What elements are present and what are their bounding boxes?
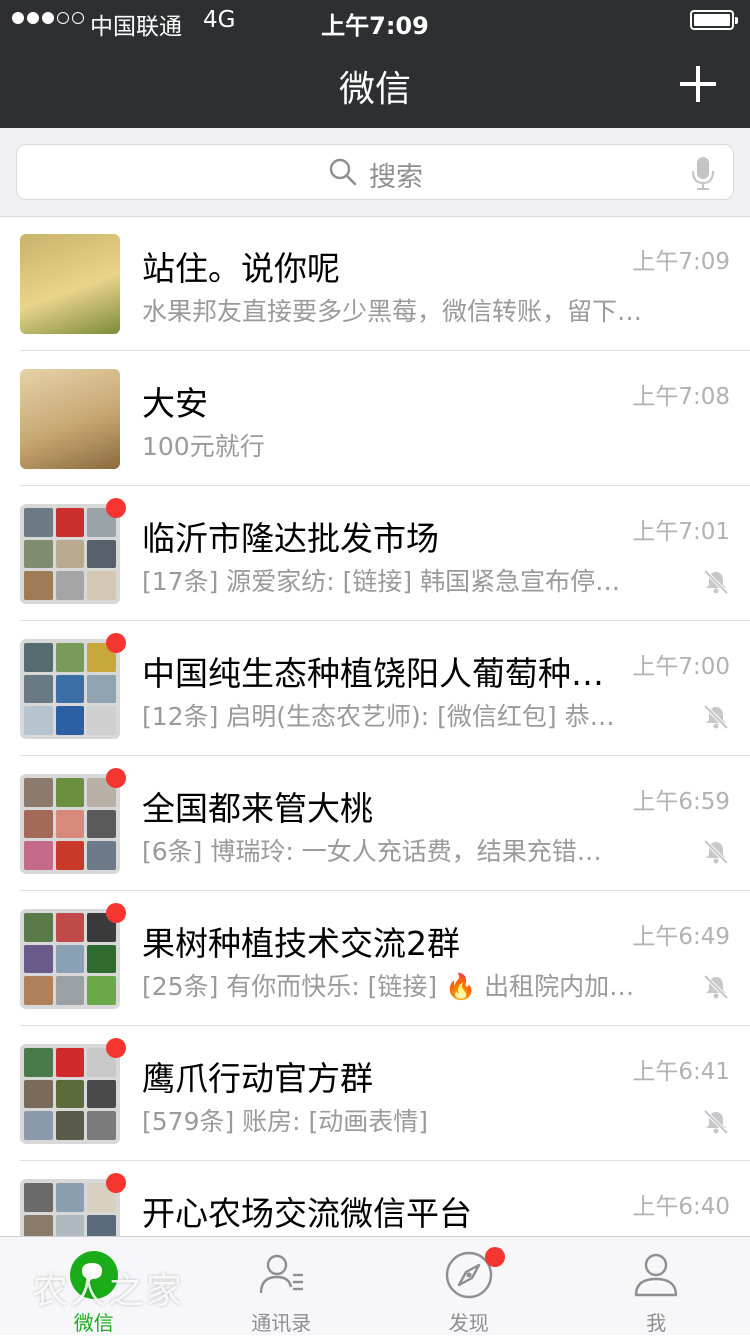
chat-preview: 100元就行 bbox=[142, 427, 692, 463]
avatar bbox=[20, 369, 120, 469]
chat-time: 上午7:08 bbox=[632, 377, 730, 411]
status-time: 上午7:09 bbox=[0, 6, 750, 41]
chat-time: 上午7:00 bbox=[632, 647, 730, 681]
chat-list-item[interactable]: 临沂市隆达批发市场上午7:01 [17条] 源爱家纺: [链接] 韩国紧急宣布停… bbox=[20, 486, 750, 621]
chat-name: 中国纯生态种植饶阳人葡萄种… bbox=[142, 647, 612, 695]
tab-profile[interactable]: 我 bbox=[563, 1237, 750, 1335]
unread-dot bbox=[106, 1038, 126, 1058]
tab-label: 通讯录 bbox=[188, 1307, 376, 1336]
mute-bell-icon bbox=[702, 703, 730, 731]
chat-name: 鹰爪行动官方群 bbox=[142, 1052, 612, 1100]
chat-time: 上午7:01 bbox=[632, 512, 730, 546]
tab-compass[interactable]: 发现 bbox=[375, 1237, 563, 1335]
chat-time: 上午6:41 bbox=[632, 1052, 730, 1086]
mic-icon[interactable] bbox=[688, 155, 718, 191]
chat-list-item[interactable]: 中国纯生态种植饶阳人葡萄种… 上午7:00 [12条] 启明(生态农艺师): [微信… bbox=[20, 621, 750, 756]
tab-contacts[interactable]: 通讯录 bbox=[188, 1237, 376, 1335]
unread-dot bbox=[106, 768, 126, 788]
chat-name: 临沂市隆达批发市场 bbox=[142, 512, 612, 560]
chat-time: 上午6:59 bbox=[632, 782, 730, 816]
chat-preview: [25条] 有你而快乐: [链接] 🔥 出租院内加… bbox=[142, 967, 692, 1003]
chat-time: 上午7:09 bbox=[632, 242, 730, 276]
search-input[interactable]: 搜索 bbox=[16, 144, 734, 200]
group-avatar bbox=[20, 774, 120, 874]
chat-time: 上午6:40 bbox=[632, 1187, 730, 1221]
chat-preview: [579条] 账房: [动画表情] bbox=[142, 1102, 692, 1138]
notification-dot bbox=[485, 1247, 505, 1267]
page-title: 微信 bbox=[0, 60, 750, 112]
chat-name: 开心农场交流微信平台 bbox=[142, 1187, 612, 1235]
battery-icon bbox=[690, 10, 734, 30]
profile-icon bbox=[630, 1249, 682, 1301]
mute-bell-icon bbox=[702, 973, 730, 1001]
chat-list-item[interactable]: 站住。说你呢上午7:09 水果邦友直接要多少黑莓，微信转账，留下… bbox=[20, 216, 750, 351]
chat-preview: [12条] 启明(生态农艺师): [微信红包] 恭… bbox=[142, 697, 692, 733]
chat-name: 全国都来管大桃 bbox=[142, 782, 612, 830]
tab-chat[interactable]: 微信 bbox=[0, 1237, 188, 1335]
chat-icon bbox=[68, 1249, 120, 1301]
chat-list-item[interactable]: 鹰爪行动官方群上午6:41 [579条] 账房: [动画表情] bbox=[20, 1026, 750, 1161]
chat-list-item[interactable]: 果树种植技术交流2群上午6:49 [25条] 有你而快乐: [链接] 🔥 出租院内… bbox=[20, 891, 750, 1026]
search-bar-area: 搜索 bbox=[0, 128, 750, 217]
group-avatar bbox=[20, 1044, 120, 1144]
unread-dot bbox=[106, 903, 126, 923]
chat-name: 果树种植技术交流2群 bbox=[142, 917, 612, 965]
group-avatar bbox=[20, 909, 120, 1009]
status-bar: 中国联通 4G 上午7:09 bbox=[0, 0, 750, 40]
chat-name: 站住。说你呢 bbox=[142, 242, 612, 290]
tab-label: 我 bbox=[563, 1307, 750, 1336]
mute-bell-icon bbox=[702, 568, 730, 596]
tab-label: 微信 bbox=[0, 1307, 188, 1336]
top-bar: 中国联通 4G 上午7:09 微信 bbox=[0, 0, 750, 128]
chat-time: 上午6:49 bbox=[632, 917, 730, 951]
contacts-icon bbox=[255, 1249, 307, 1301]
mute-bell-icon bbox=[702, 838, 730, 866]
chat-list-item[interactable]: 全国都来管大桃上午6:59 [6条] 博瑞玲: 一女人充话费，结果充错… bbox=[20, 756, 750, 891]
chat-preview: [17条] 源爱家纺: [链接] 韩国紧急宣布停… bbox=[142, 562, 692, 598]
group-avatar bbox=[20, 639, 120, 739]
chat-name: 大安 bbox=[142, 377, 612, 425]
tab-bar: 微信通讯录发现我 bbox=[0, 1236, 750, 1335]
chat-list-item[interactable]: 大安上午7:08 100元就行 bbox=[20, 351, 750, 486]
unread-dot bbox=[106, 1173, 126, 1193]
search-placeholder: 搜索 bbox=[369, 155, 423, 194]
avatar bbox=[20, 234, 120, 334]
search-icon bbox=[328, 157, 358, 187]
unread-dot bbox=[106, 498, 126, 518]
tab-label: 发现 bbox=[375, 1307, 563, 1336]
plus-icon[interactable] bbox=[676, 62, 720, 106]
chat-list: 站住。说你呢上午7:09 水果邦友直接要多少黑莓，微信转账，留下… 大安上午7:08… bbox=[0, 216, 750, 1296]
chat-preview: 水果邦友直接要多少黑莓，微信转账，留下… bbox=[142, 292, 692, 328]
chat-preview: [6条] 博瑞玲: 一女人充话费，结果充错… bbox=[142, 832, 692, 868]
mute-bell-icon bbox=[702, 1108, 730, 1136]
unread-dot bbox=[106, 633, 126, 653]
group-avatar bbox=[20, 504, 120, 604]
